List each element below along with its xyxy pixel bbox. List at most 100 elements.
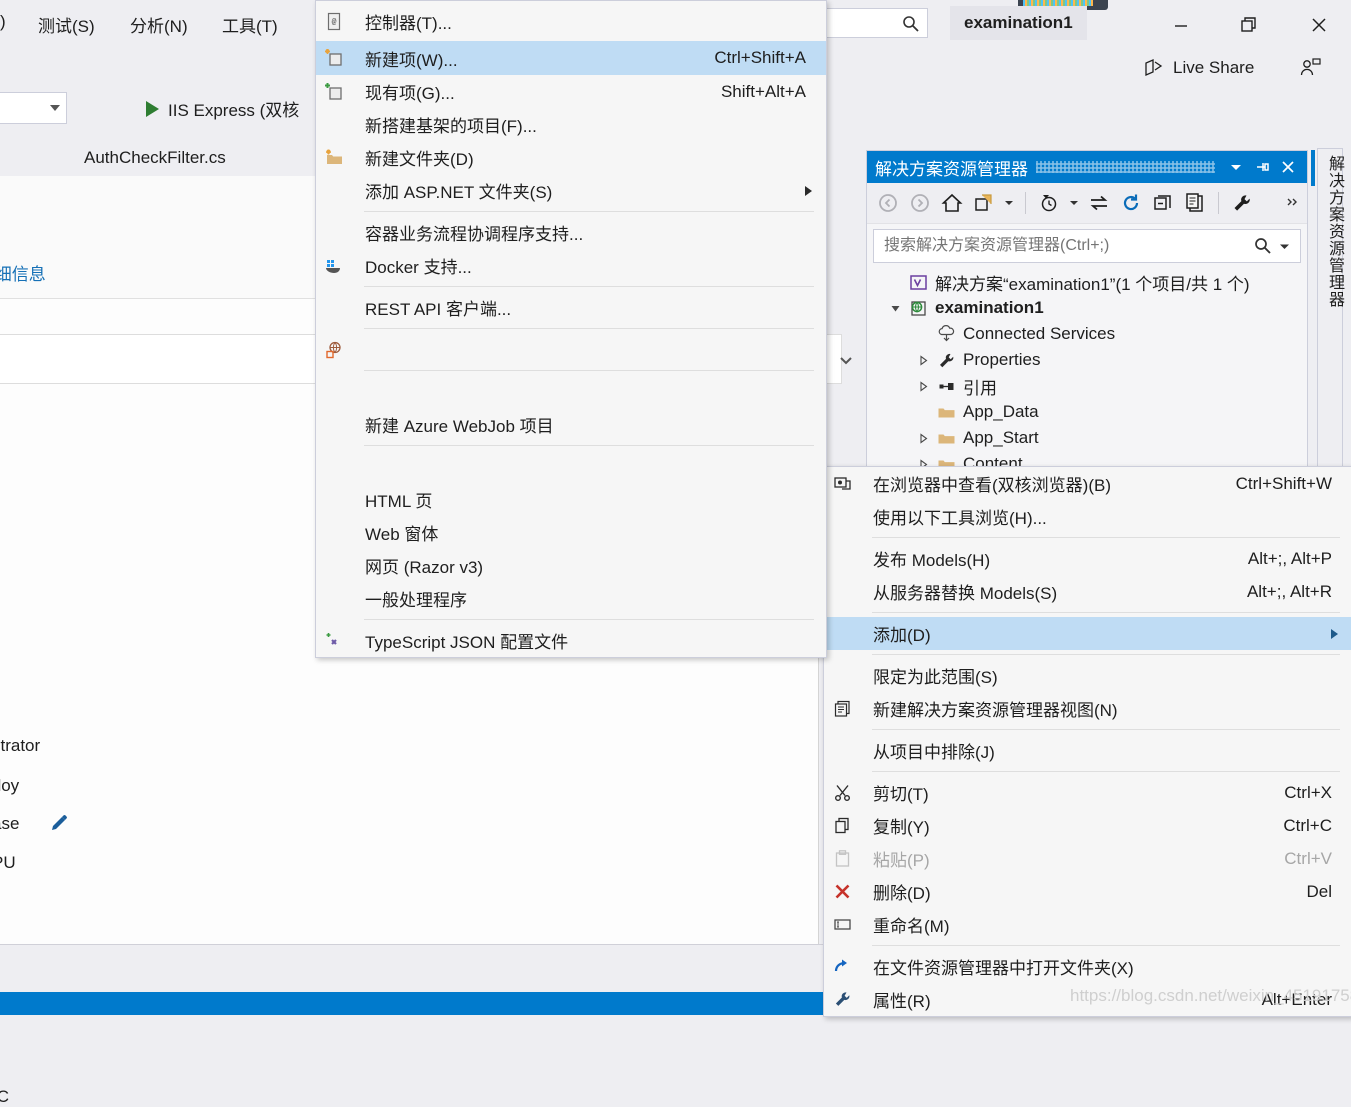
collapse-all-icon[interactable] [1148, 188, 1178, 218]
menu-item-add[interactable]: 添加(D) [824, 617, 1351, 650]
close-button[interactable] [1296, 8, 1342, 42]
tree-node-app-start[interactable]: App_Start [871, 425, 1307, 451]
menu-item-shortcut: Ctrl+C [1283, 815, 1332, 835]
menu-item-generic-handler[interactable]: 网页 (Razor v3) [316, 549, 826, 582]
pending-changes-icon[interactable] [1034, 188, 1064, 218]
menu-item-class[interactable]: TypeScript JSON 配置文件 [316, 624, 826, 657]
class-icon [316, 631, 352, 651]
menu-item-scope-to-this[interactable]: 限定为此范围(S) [824, 659, 1351, 692]
menu-item-open-folder-in-explorer[interactable]: 在文件资源管理器中打开文件夹(X) [824, 950, 1351, 983]
deploy-chevron-down-icon[interactable] [838, 352, 854, 368]
tree-node-connected-services[interactable]: Connected Services [871, 321, 1307, 347]
forward-icon[interactable] [905, 188, 935, 218]
menu-item-paste[interactable]: 粘贴(P) Ctrl+V [824, 842, 1351, 875]
tree-expander-icon[interactable] [913, 354, 933, 366]
live-share-button[interactable]: Live Share [1143, 57, 1254, 79]
tree-expander-icon[interactable] [913, 380, 933, 392]
tree-node-references[interactable]: 引用 [871, 373, 1307, 399]
menu-item-new-item[interactable]: 新建项(W)... Ctrl+Shift+A [316, 41, 826, 75]
restore-button[interactable] [1226, 8, 1272, 42]
menu-item-view-in-browser[interactable]: 在浏览器中查看(双核浏览器)(B) Ctrl+Shift+W [824, 467, 1351, 500]
drag-grip[interactable] [1036, 161, 1215, 173]
tree-expander-icon[interactable] [885, 303, 905, 314]
show-all-files-dropdown-icon[interactable] [1001, 188, 1017, 218]
menu-item-rename[interactable]: 重命名(M) [824, 908, 1351, 941]
properties-icon[interactable] [1227, 188, 1257, 218]
tree-node-app-data[interactable]: App_Data [871, 399, 1307, 425]
client-library-icon [316, 340, 352, 360]
edit-pencil-icon[interactable] [48, 812, 70, 834]
search-options-chevron-down-icon[interactable] [1273, 241, 1296, 252]
overflow-icon[interactable] [1283, 188, 1301, 218]
menu-item-existing-project-as-azure-webjob[interactable]: 新建 Azure WebJob 项目 [316, 408, 826, 441]
menu-item-analyze[interactable]: 分析(N) [130, 12, 188, 37]
tree-node-label: Properties [963, 350, 1041, 369]
menu-item-test[interactable]: 测试(S) [38, 12, 95, 37]
search-input[interactable] [882, 236, 1253, 256]
menu-item-replace-models-from-server[interactable]: 从服务器替换 Models(S) Alt+;, Alt+R [824, 575, 1351, 608]
menu-item-new-folder[interactable]: 新建文件夹(D) [316, 141, 826, 174]
menu-item-copy[interactable]: 复制(Y) Ctrl+C [824, 809, 1351, 842]
solution-explorer-search[interactable] [873, 229, 1301, 263]
panel-close-icon[interactable] [1275, 154, 1301, 180]
menu-item-shortcut: Del [1306, 881, 1332, 901]
menu-item-browse-with[interactable]: 使用以下工具浏览(H)... [824, 500, 1351, 533]
home-icon[interactable] [937, 188, 967, 218]
web-project-icon [905, 299, 931, 318]
feedback-person-icon[interactable] [1298, 56, 1322, 80]
menu-item-new-scaffolded-item[interactable]: 新搭建基架的项目(F)... [316, 108, 826, 141]
platform-combo[interactable]: y CPU [0, 92, 67, 124]
tree-node-project[interactable]: examination1 [871, 295, 1307, 321]
menu-item-publish-models[interactable]: 发布 Models(H) Alt+;, Alt+P [824, 542, 1351, 575]
tree-expander-icon[interactable] [913, 432, 933, 444]
menu-item-razor-page[interactable]: Web 窗体 [316, 516, 826, 549]
menu-item-tools[interactable]: 工具(T) [222, 12, 278, 37]
menu-item-client-library[interactable] [316, 333, 826, 366]
menu-item-label: REST API 客户端... [365, 300, 512, 319]
menu-item-cut[interactable]: 剪切(T) Ctrl+X [824, 776, 1351, 809]
start-debug-button[interactable]: IIS Express (双核 [146, 96, 299, 121]
tree-node-solution[interactable]: 解决方案“examination1”(1 个项目/共 1 个) [871, 269, 1307, 295]
sync-with-active-document-icon[interactable] [1084, 188, 1114, 218]
menu-item-label: 复制(Y) [873, 818, 930, 837]
menu-item-controller[interactable]: @ 控制器(T)... [316, 1, 826, 41]
menu-item-label: 添加 ASP.NET 文件夹(S) [365, 183, 553, 202]
editor-text-fragment: PU [0, 853, 16, 872]
menu-item-build[interactable]: ) [0, 12, 6, 32]
search-icon[interactable] [1253, 236, 1273, 256]
menu-item-delete[interactable]: 删除(D) Del [824, 875, 1351, 908]
menu-item-exclude-from-project[interactable]: 从项目中排除(J) [824, 734, 1351, 767]
menu-separator [872, 945, 1340, 946]
editor-tab-1[interactable]: AuthCheckFilter.cs [84, 140, 226, 176]
quick-launch-search[interactable] [818, 8, 928, 38]
solution-explorer-panel: 解决方案资源管理器 搜索解决方案资源管理器(Ctrl+;) 解决方案“exami… [866, 150, 1308, 473]
menu-item-container-orchestrator-support[interactable]: 容器业务流程协调程序支持... [316, 216, 826, 249]
project-context-menu: 在浏览器中查看(双核浏览器)(B) Ctrl+Shift+W 使用以下工具浏览(… [823, 466, 1351, 1017]
menu-separator [364, 286, 814, 287]
auto-hide-pin-icon[interactable] [1249, 154, 1275, 180]
refresh-icon[interactable] [1116, 188, 1146, 218]
tree-node-properties[interactable]: Properties [871, 347, 1307, 373]
more-info-link[interactable]: 详细信息 [0, 265, 46, 284]
menu-item-existing-item[interactable]: 现有项(G)... Shift+Alt+A [316, 75, 826, 108]
menu-item-add-aspnet-folder[interactable]: 添加 ASP.NET 文件夹(S) [316, 174, 826, 207]
menu-item-typescript-json-config[interactable]: 一般处理程序 [316, 582, 826, 615]
menu-item-shortcut: Ctrl+V [1284, 848, 1332, 868]
menu-item-shortcut: Ctrl+X [1284, 782, 1332, 802]
show-all-files-icon[interactable] [969, 188, 999, 218]
menu-item-rest-api-client[interactable]: REST API 客户端... [316, 291, 826, 324]
solution-explorer-dock-tab[interactable]: 解决方案资源管理器 [1317, 148, 1343, 478]
menu-item-label: 新建 Azure WebJob 项目 [365, 417, 554, 436]
menu-item-new-azure-webjob-project[interactable] [316, 375, 826, 408]
panel-menu-chevron-down-icon[interactable] [1223, 154, 1249, 180]
pending-changes-dropdown-icon[interactable] [1066, 188, 1082, 218]
menu-item-html-page[interactable] [316, 450, 826, 483]
menu-item-web-form[interactable]: HTML 页 [316, 483, 826, 516]
menu-item-new-solution-explorer-view[interactable]: 新建解决方案资源管理器视图(N) [824, 692, 1351, 725]
menu-item-docker-support[interactable]: Docker 支持... [316, 249, 826, 282]
tree-node-label: App_Data [963, 402, 1039, 421]
back-icon[interactable] [873, 188, 903, 218]
properties-window-icon[interactable] [1180, 188, 1210, 218]
submenu-arrow-icon [805, 185, 812, 196]
minimize-button[interactable] [1158, 8, 1204, 42]
